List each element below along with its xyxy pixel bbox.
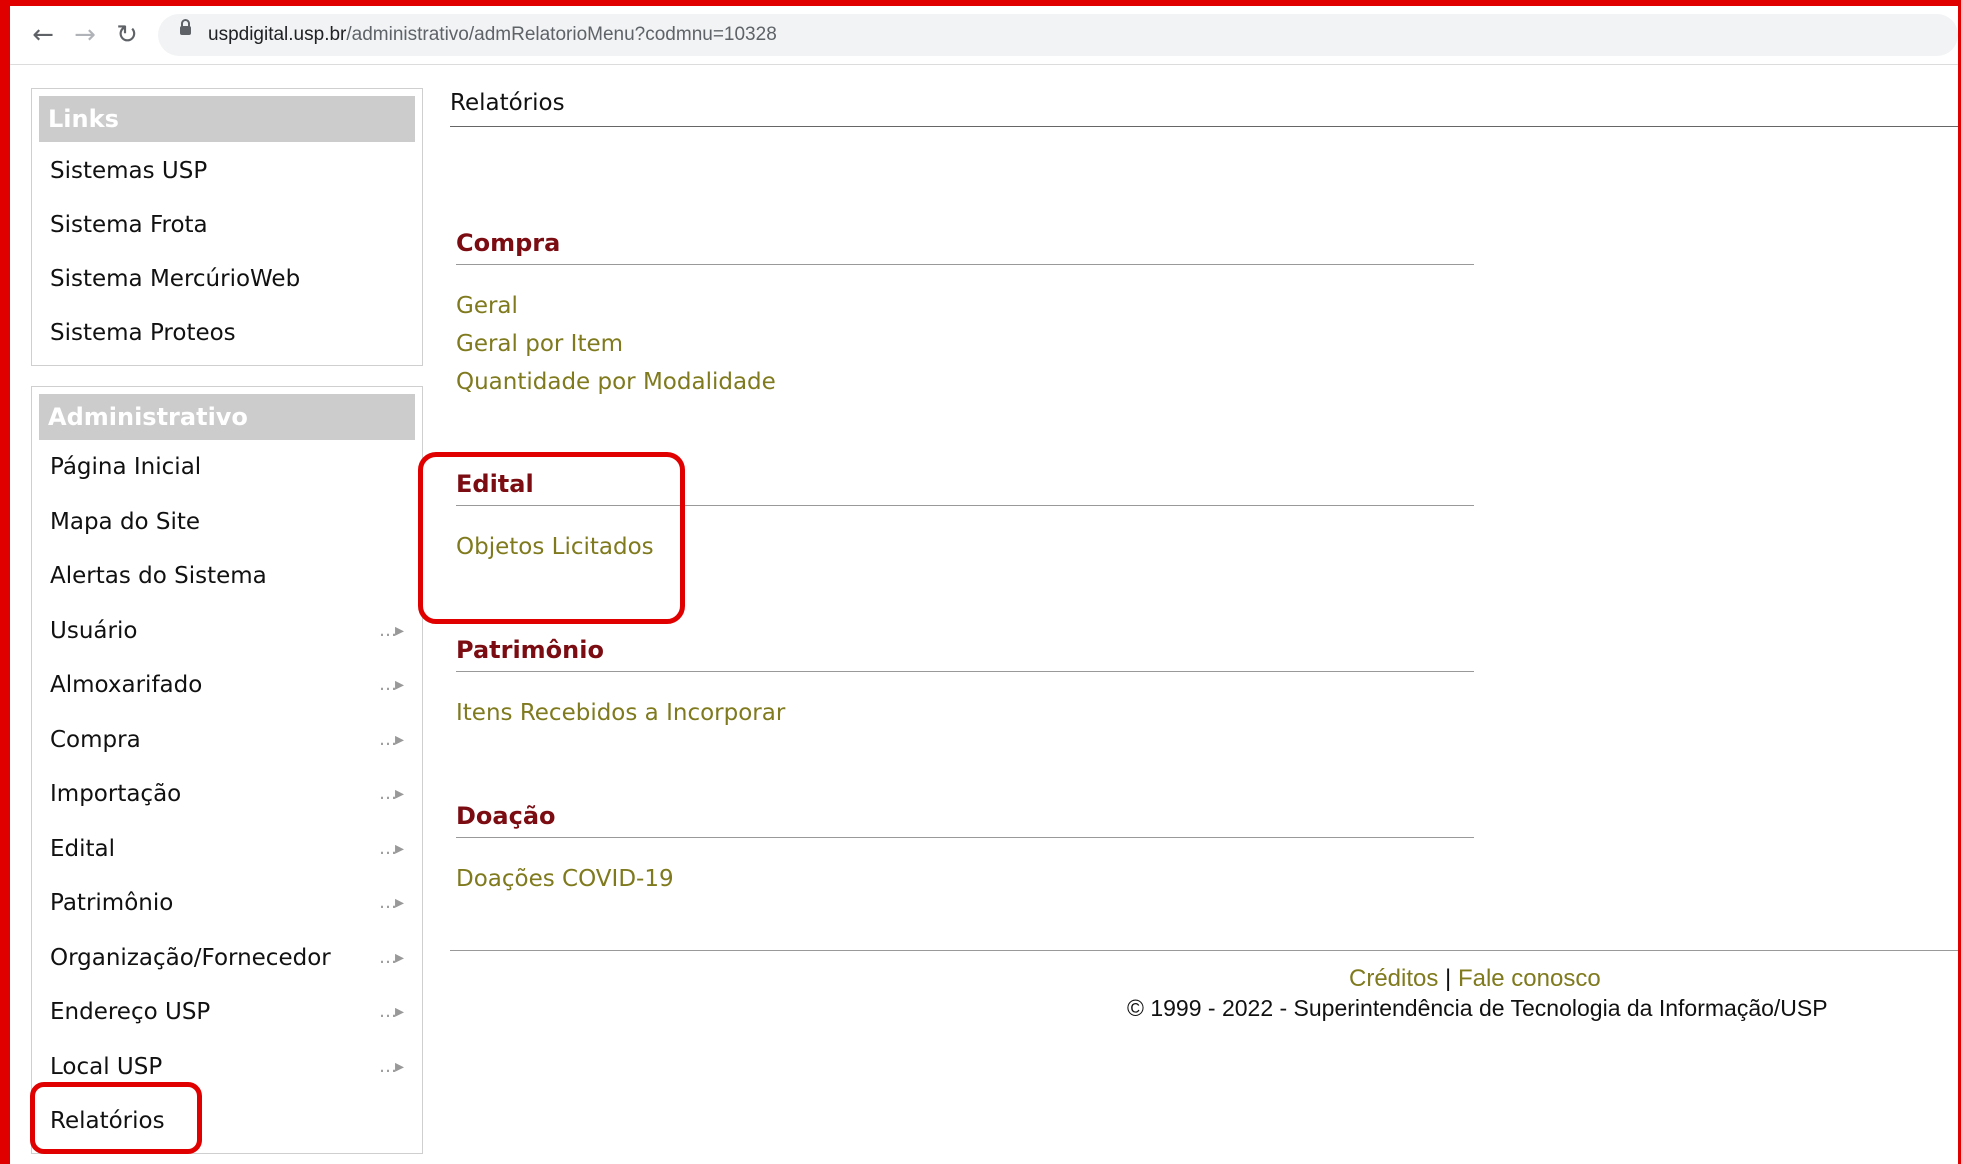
url-text[interactable]: uspdigital.usp.br/administrativo/admRela…: [208, 24, 777, 46]
back-arrow-icon[interactable]: ←: [28, 20, 58, 50]
sidebar-item-mapa-do-site[interactable]: Mapa do Site: [32, 495, 422, 550]
sidebar-item-almoxarifado[interactable]: Almoxarifado …▸: [32, 658, 422, 713]
sidebar-item-compra[interactable]: Compra …▸: [32, 713, 422, 768]
sidebar-item-label: Página Inicial: [50, 454, 202, 480]
copyright-text: © 1999 - 2022 - Superintendência de Tecn…: [1127, 995, 1828, 1021]
report-link-itens-recebidos-a-incorporar[interactable]: Itens Recebidos a Incorporar: [456, 694, 1474, 732]
sidebar-item-label: Endereço USP: [50, 999, 211, 1025]
admin-panel: Administrativo Página Inicial Mapa do Si…: [31, 386, 423, 1154]
submenu-arrow-icon: …▸: [378, 837, 404, 859]
left-edge-decoration: [0, 60, 8, 520]
sidebar-item-label: Alertas do Sistema: [50, 563, 267, 589]
submenu-arrow-icon: …▸: [378, 892, 404, 913]
section-edital: Edital Objetos Licitados: [456, 467, 1474, 566]
fale-conosco-link[interactable]: Fale conosco: [1458, 965, 1601, 992]
submenu-arrow-icon: …▸: [378, 946, 404, 968]
report-link-geral[interactable]: Geral: [456, 287, 1474, 325]
sidebar-item-label: Edital: [50, 835, 116, 862]
sidebar-item-label: Organização/Fornecedor: [50, 944, 331, 971]
address-bar[interactable]: uspdigital.usp.br/administrativo/admRela…: [158, 14, 1958, 56]
browser-toolbar: ← → ↻ uspdigital.usp.br/administrativo/a…: [10, 6, 1958, 65]
footer-links: Créditos | Fale conosco: [1349, 965, 1601, 993]
report-link-objetos-licitados[interactable]: Objetos Licitados: [456, 528, 1474, 566]
links-panel-title: Links: [39, 96, 415, 142]
footer-separator: |: [1445, 965, 1452, 992]
section-link-list: Itens Recebidos a Incorporar: [456, 694, 1474, 732]
sidebar-item-label: Almoxarifado: [50, 672, 203, 698]
submenu-arrow-icon: …▸: [378, 728, 404, 750]
admin-panel-title: Administrativo: [39, 394, 415, 440]
sidebar-item-label: Local USP: [50, 1053, 163, 1080]
footer-divider: [450, 950, 1958, 951]
section-title: Doação: [456, 799, 1474, 838]
sidebar-item-label: Patrimônio: [50, 890, 174, 916]
sidebar-item-label: Importação: [50, 781, 182, 807]
sidebar-item-label: Usuário: [50, 617, 138, 644]
report-link-geral-por-item[interactable]: Geral por Item: [456, 325, 1474, 363]
sidebar-item-sistema-mercurioweb[interactable]: Sistema MercúrioWeb: [32, 250, 422, 304]
sidebar-item-alertas-do-sistema[interactable]: Alertas do Sistema: [32, 549, 422, 604]
reload-icon[interactable]: ↻: [112, 20, 142, 50]
lock-icon: [180, 19, 191, 35]
sidebar-item-local-usp[interactable]: Local USP …▸: [32, 1040, 422, 1095]
sidebar-item-edital[interactable]: Edital …▸: [32, 822, 422, 877]
sidebar-item-sistema-proteos[interactable]: Sistema Proteos: [32, 304, 422, 358]
section-link-list: Geral Geral por Item Quantidade por Moda…: [456, 287, 1474, 401]
sidebar-item-organizacao-fornecedor[interactable]: Organização/Fornecedor …▸: [32, 931, 422, 986]
section-link-list: Objetos Licitados: [456, 528, 1474, 566]
sidebar-item-label: Mapa do Site: [50, 508, 201, 535]
submenu-arrow-icon: …▸: [378, 783, 404, 804]
sidebar-item-endereco-usp[interactable]: Endereço USP …▸: [32, 985, 422, 1040]
section-link-list: Doações COVID-19: [456, 860, 1474, 898]
section-title: Edital: [456, 467, 1474, 506]
sidebar-item-usuario[interactable]: Usuário …▸: [32, 604, 422, 659]
sidebar-item-sistema-frota[interactable]: Sistema Frota: [32, 196, 422, 250]
creditos-link[interactable]: Créditos: [1349, 965, 1438, 992]
section-title: Patrimônio: [456, 633, 1474, 672]
submenu-arrow-icon: …▸: [378, 674, 404, 695]
submenu-arrow-icon: …▸: [378, 1001, 404, 1022]
section-patrimonio: Patrimônio Itens Recebidos a Incorporar: [456, 633, 1474, 732]
page-title: Relatórios: [450, 90, 565, 116]
sidebar-item-label: Compra: [50, 726, 141, 753]
sidebar-item-pagina-inicial[interactable]: Página Inicial: [32, 440, 422, 495]
section-title: Compra: [456, 226, 1474, 265]
sidebar-item-patrimonio[interactable]: Patrimônio …▸: [32, 876, 422, 931]
sidebar-item-importacao[interactable]: Importação …▸: [32, 767, 422, 822]
section-compra: Compra Geral Geral por Item Quantidade p…: [456, 226, 1474, 401]
submenu-arrow-icon: …▸: [378, 619, 404, 641]
section-doacao: Doação Doações COVID-19: [456, 799, 1474, 898]
forward-arrow-icon[interactable]: →: [70, 20, 100, 50]
report-link-quantidade-por-modalidade[interactable]: Quantidade por Modalidade: [456, 363, 1474, 401]
submenu-arrow-icon: …▸: [378, 1055, 404, 1077]
title-divider: [450, 126, 1958, 127]
url-host: uspdigital.usp.br: [208, 24, 347, 45]
links-panel: Links Sistemas USP Sistema Frota Sistema…: [31, 88, 423, 366]
url-path: /administrativo/admRelatorioMenu?codmnu=…: [346, 24, 777, 45]
sidebar-item-relatorios[interactable]: Relatórios: [32, 1094, 422, 1149]
sidebar-item-sistemas-usp[interactable]: Sistemas USP: [32, 142, 422, 196]
report-link-doacoes-covid-19[interactable]: Doações COVID-19: [456, 860, 1474, 898]
sidebar-item-label: Relatórios: [50, 1108, 165, 1134]
